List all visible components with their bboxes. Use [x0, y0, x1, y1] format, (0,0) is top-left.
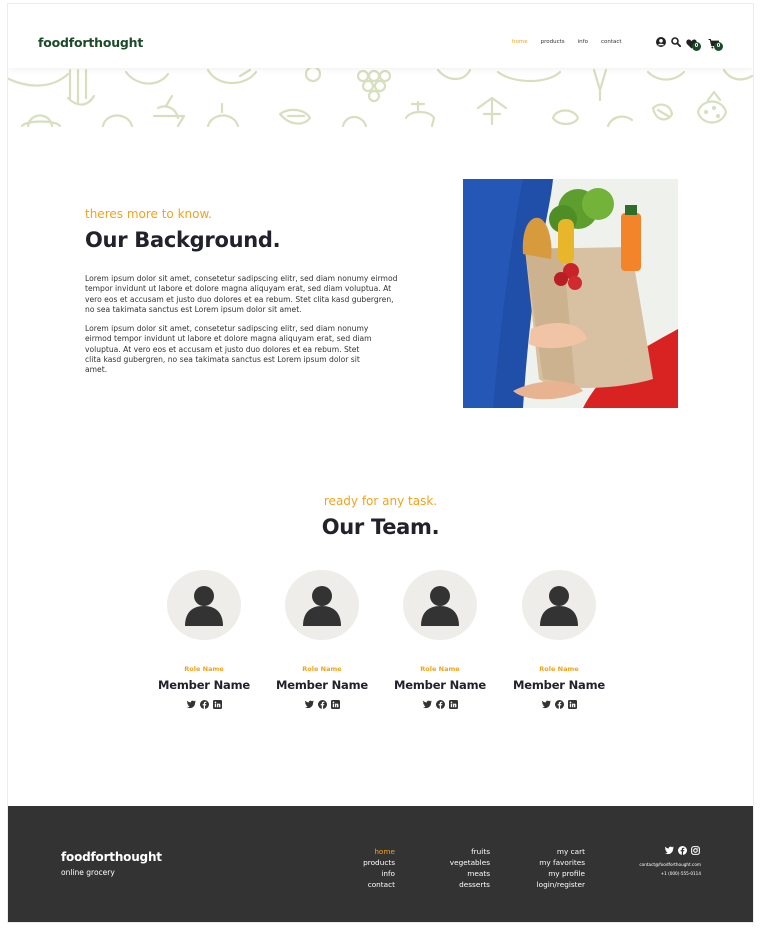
footer-link-meats[interactable]: meats — [430, 868, 490, 879]
member-socials — [504, 700, 614, 709]
linkedin-icon[interactable] — [567, 700, 577, 709]
instagram-icon[interactable] — [691, 846, 700, 855]
nav-products[interactable]: products — [541, 39, 565, 45]
twitter-icon[interactable] — [304, 700, 314, 709]
twitter-icon[interactable] — [186, 700, 196, 709]
page-frame: foodforthought home products info contac… — [7, 3, 754, 923]
footer-phone[interactable]: +1 (000)-555-0114 — [568, 869, 701, 878]
member-socials — [385, 700, 495, 709]
linkedin-icon[interactable] — [330, 700, 340, 709]
food-pattern-banner — [8, 68, 753, 128]
header-actions: 0 0 — [654, 36, 728, 52]
search-icon[interactable] — [671, 37, 681, 47]
footer-category-links: fruits vegetables meats desserts — [430, 846, 490, 890]
team-member-card: Role Name Member Name — [504, 570, 614, 709]
site-header: foodforthought home products info contac… — [8, 4, 753, 68]
twitter-icon[interactable] — [541, 700, 551, 709]
team-member-card: Role Name Member Name — [385, 570, 495, 709]
twitter-icon[interactable] — [422, 700, 432, 709]
linkedin-icon[interactable] — [448, 700, 458, 709]
site-footer: foodforthought online grocery home produ… — [8, 806, 753, 922]
team-member-card: Role Name Member Name — [267, 570, 377, 709]
footer-email[interactable]: contact@foodforthought.com — [568, 860, 701, 869]
background-title: Our Background. — [85, 228, 281, 252]
cart-count-badge: 0 — [714, 42, 723, 51]
footer-link-fruits[interactable]: fruits — [430, 846, 490, 857]
background-subtitle: theres more to know. — [85, 207, 212, 221]
person-icon — [303, 586, 341, 626]
grocery-bag-illustration — [463, 179, 678, 408]
member-role: Role Name — [420, 665, 460, 673]
member-socials — [149, 700, 259, 709]
member-role: Role Name — [539, 665, 579, 673]
nav-info[interactable]: info — [578, 39, 588, 45]
footer-logo[interactable]: foodforthought — [61, 850, 162, 864]
team-subtitle: ready for any task. — [323, 494, 438, 508]
member-name: Member Name — [513, 678, 605, 692]
favorites-button[interactable]: 0 — [686, 36, 701, 51]
site-logo[interactable]: foodforthought — [38, 35, 143, 50]
facebook-icon[interactable] — [317, 700, 327, 709]
footer-link-desserts[interactable]: desserts — [430, 879, 490, 890]
food-pattern-graphic — [8, 68, 753, 128]
footer-link-vegetables[interactable]: vegetables — [430, 857, 490, 868]
background-paragraph-1: Lorem ipsum dolor sit amet, consetetur s… — [85, 274, 398, 314]
member-name: Member Name — [158, 678, 250, 692]
twitter-icon[interactable] — [665, 846, 674, 855]
team-title: Our Team. — [321, 515, 440, 539]
member-name: Member Name — [394, 678, 486, 692]
footer-tagline: online grocery — [61, 868, 115, 877]
avatar — [522, 570, 596, 640]
footer-link-home[interactable]: home — [338, 846, 395, 857]
user-icon[interactable] — [656, 37, 666, 47]
footer-link-contact[interactable]: contact — [338, 879, 395, 890]
person-icon — [540, 586, 578, 626]
avatar — [167, 570, 241, 640]
footer-socials — [665, 846, 700, 855]
grocery-bag-photo — [463, 179, 678, 408]
footer-link-my-cart[interactable]: my cart — [515, 846, 585, 857]
team-member-card: Role Name Member Name — [149, 570, 259, 709]
linkedin-icon[interactable] — [212, 700, 222, 709]
footer-link-info[interactable]: info — [338, 868, 395, 879]
background-paragraph-2: Lorem ipsum dolor sit amet, consetetur s… — [85, 324, 372, 375]
member-socials — [267, 700, 377, 709]
member-role: Role Name — [184, 665, 224, 673]
facebook-icon[interactable] — [435, 700, 445, 709]
cart-button[interactable]: 0 — [708, 36, 723, 51]
nav-contact[interactable]: contact — [601, 39, 622, 45]
nav-home[interactable]: home — [512, 39, 528, 45]
footer-link-products[interactable]: products — [338, 857, 395, 868]
member-role: Role Name — [302, 665, 342, 673]
avatar — [285, 570, 359, 640]
footer-contact: contact@foodforthought.com +1 (000)-555-… — [568, 860, 701, 878]
footer-link-login-register[interactable]: login/register — [515, 879, 585, 890]
main-nav: home products info contact — [512, 39, 635, 45]
person-icon — [185, 586, 223, 626]
avatar — [403, 570, 477, 640]
facebook-icon[interactable] — [554, 700, 564, 709]
person-icon — [421, 586, 459, 626]
member-name: Member Name — [276, 678, 368, 692]
facebook-icon[interactable] — [199, 700, 209, 709]
footer-nav-links: home products info contact — [338, 846, 395, 890]
facebook-icon[interactable] — [678, 846, 687, 855]
favorites-count-badge: 0 — [692, 42, 701, 51]
